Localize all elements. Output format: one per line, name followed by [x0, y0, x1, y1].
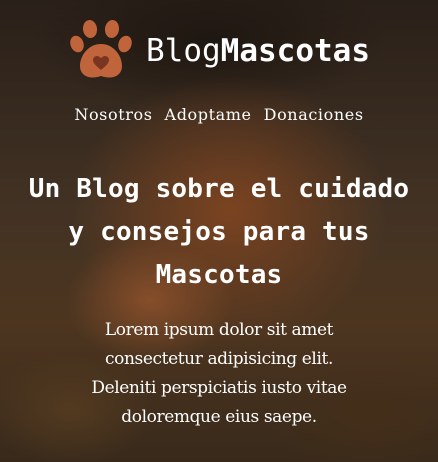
hero-description-line: doloremque eius saepe. — [121, 407, 317, 427]
brand-bold: Mascotas — [220, 33, 370, 69]
hero-description: Lorem ipsum dolor sit amet consectetur a… — [24, 316, 414, 432]
nav-link-donaciones[interactable]: Donaciones — [264, 105, 364, 124]
nav-link-adoptame[interactable]: Adoptame — [165, 105, 252, 124]
nav-link-nosotros[interactable]: Nosotros — [74, 105, 152, 124]
hero-section: BlogMascotas Nosotros Adoptame Donacione… — [0, 0, 438, 462]
brand-light: Blog — [146, 33, 221, 69]
main-nav: Nosotros Adoptame Donaciones — [0, 105, 438, 124]
hero-title-line: Mascotas — [155, 260, 283, 290]
hero-description-line: Deleniti perspiciatis iusto vitae — [91, 378, 347, 398]
hero-content: BlogMascotas Nosotros Adoptame Donacione… — [0, 0, 438, 462]
brand-name: BlogMascotas — [146, 33, 370, 69]
hero-description-line: Lorem ipsum dolor sit amet — [104, 320, 334, 340]
hero-title: Un Blog sobre el cuidado y consejos para… — [0, 168, 438, 297]
hero-title-line: Un Blog sobre el cuidado — [28, 174, 410, 204]
hero-title-line: y consejos para tus — [68, 217, 370, 247]
hero-description-line: consectetur adipisicing elit. — [105, 349, 333, 369]
site-logo[interactable]: BlogMascotas — [0, 20, 438, 82]
paw-heart-icon — [70, 20, 132, 78]
